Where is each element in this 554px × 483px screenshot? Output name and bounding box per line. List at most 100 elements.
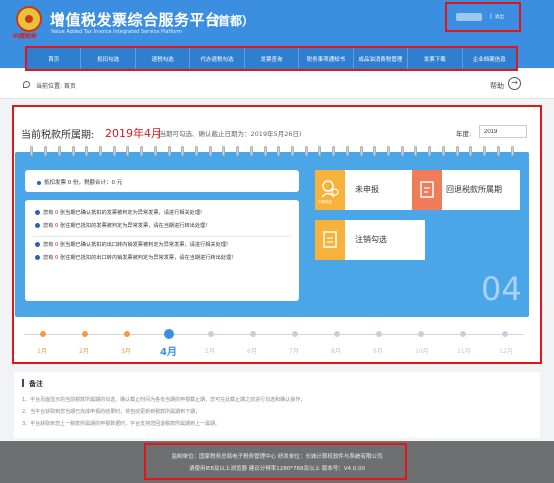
timeline-dot[interactable]	[334, 331, 340, 337]
binder-ring	[98, 146, 102, 156]
binder-ring	[181, 146, 185, 156]
timeline-dot[interactable]	[124, 331, 130, 337]
timeline-month-label[interactable]: 3月	[121, 346, 131, 355]
note-line: 3、平台获取到您上一税款所属期的申报数据时，平台支持您回退税款所属期到上一属期。	[22, 421, 221, 427]
timeline-dot[interactable]	[250, 331, 256, 337]
period-value: 2019年4月	[105, 127, 162, 140]
timeline-month-label[interactable]: 2月	[79, 346, 89, 355]
location-bar: 当前位置: 首页 帮助 →	[0, 69, 554, 99]
info-icon	[35, 255, 40, 260]
timeline-dot[interactable]	[82, 331, 88, 337]
timeline-month-label[interactable]: 6月	[247, 346, 257, 355]
binder-ring	[483, 146, 487, 156]
timeline-month-label[interactable]: 10月	[415, 346, 429, 355]
binder-ring	[387, 146, 391, 156]
timeline-dot[interactable]	[164, 329, 174, 339]
cancel-selection-tile[interactable]: 注销勾选	[315, 220, 425, 260]
info-icon	[35, 242, 40, 247]
binder-ring	[249, 146, 253, 156]
timeline-month-label[interactable]: 1月	[37, 346, 47, 355]
binder-ring	[85, 146, 89, 156]
year-label: 年度:	[456, 130, 472, 138]
binder-ring	[236, 146, 240, 156]
current-month-number: 04	[481, 270, 522, 308]
timeline-month-label[interactable]: 12月	[499, 346, 513, 355]
rollback-period-tile[interactable]: 回退税款所属期	[412, 170, 520, 210]
timeline-dot[interactable]	[40, 331, 46, 337]
invoice-summary-card: 抵扣发票 0 份，税额合计：0 元	[25, 170, 299, 192]
binder-ring	[30, 146, 34, 156]
binder-ring	[112, 146, 116, 156]
binder-ring	[140, 146, 144, 156]
nav-item-invoice-download[interactable]: 发票下载	[408, 48, 463, 69]
timeline-dot[interactable]	[418, 331, 424, 337]
footer-requirements: 请使用IE8及以上浏览器 建议分辨率1280*768及以上 版本号：V4.0.0…	[188, 466, 366, 472]
location-pin-icon	[23, 81, 30, 88]
info-icon	[35, 210, 40, 215]
notice-divider	[33, 236, 291, 237]
notice-item: 您有 0 张当期已确认抵扣的发票被判定为异常发票，请进行相关处理!	[35, 209, 293, 217]
nav-item-refund-select[interactable]: 退税勾选	[136, 48, 191, 69]
binder-ring	[71, 146, 75, 156]
timeline-dot[interactable]	[376, 331, 382, 337]
binder-ring	[373, 146, 377, 156]
tile-label: 回退税款所属期	[446, 185, 502, 194]
invoice-summary: 抵扣发票 0 份，税额合计：0 元	[37, 178, 122, 186]
note-line: 1、平台页面显示的当前税款所属期的勾选、确认截止时间为各省当期的申报截止期，您可…	[22, 397, 306, 403]
nav-item-deduction-select[interactable]: 抵扣勾选	[81, 48, 136, 69]
binder-ring	[469, 146, 473, 156]
timeline-month-label[interactable]: 7月	[289, 346, 299, 355]
user-separator: |	[490, 13, 493, 20]
binder-ring	[126, 146, 130, 156]
binder-ring	[57, 146, 61, 156]
timeline-dot[interactable]	[460, 331, 466, 337]
binder-ring	[510, 146, 514, 156]
nav-item-agent-refund-select[interactable]: 代办退税勾选	[190, 48, 245, 69]
logo-script: 中国税务	[12, 33, 37, 40]
period-label: 当前税款所属期:	[21, 130, 95, 141]
tile-label: 注销勾选	[355, 235, 387, 244]
main-nav: 首页 抵扣勾选 退税勾选 代办退税勾选 发票查询 税务事项通知书 成品油消费税管…	[27, 48, 516, 69]
nav-item-invoice-query[interactable]: 发票查询	[245, 48, 300, 69]
undeclared-status-tile[interactable]: 申报状态 未申报	[315, 170, 425, 210]
notes-accent-bar	[22, 379, 24, 387]
timeline-month-label[interactable]: 9月	[373, 346, 383, 355]
binder-ring	[304, 146, 308, 156]
timeline-month-label[interactable]: 11月	[457, 346, 471, 355]
binder-ring	[332, 146, 336, 156]
notice-item: 您有 0 张往期已抵扣的发票被判定为异常发票，请在当期进行转出处理!	[35, 222, 293, 230]
binder-ring	[455, 146, 459, 156]
binder-ring	[208, 146, 212, 156]
month-timeline: 1月 2月 3月 4月 5月 6月 7月 8月 9月 10月 11月 12月	[20, 325, 530, 358]
help-link[interactable]: 帮助	[490, 81, 504, 91]
timeline-dot[interactable]	[292, 331, 298, 337]
calendar-rings	[15, 146, 529, 158]
notice-item: 您有 0 张当期已确认抵扣的出口转内销发票被判定为异常发票，请进行相关处理!	[35, 241, 293, 249]
nav-item-home[interactable]: 首页	[27, 48, 82, 69]
timeline-dot[interactable]	[208, 331, 214, 337]
year-input[interactable]	[479, 125, 527, 138]
binder-ring	[194, 146, 198, 156]
binder-ring	[428, 146, 432, 156]
username-redacted	[456, 13, 482, 21]
notice-card: 您有 0 张当期已确认抵扣的发票被判定为异常发票，请进行相关处理! 您有 0 张…	[25, 200, 299, 301]
tile-label: 未申报	[355, 185, 379, 194]
timeline-month-label[interactable]: 4月	[160, 343, 177, 358]
logout-link[interactable]: 退出	[495, 14, 504, 20]
nav-item-company-info[interactable]: 企业档案信息	[463, 48, 516, 69]
tax-emblem-icon	[16, 6, 42, 32]
timeline-month-label[interactable]: 5月	[205, 346, 215, 355]
timeline-dot[interactable]	[502, 331, 508, 337]
nav-item-tax-notice[interactable]: 税务事项通知书	[299, 48, 354, 69]
footer: 监制单位：国家税务总局电子税务管理中心 研发单位：长城计算机软件与系统有限公司 …	[0, 441, 554, 483]
app-title-en: Value Added Tax Invoice Integrated Servi…	[51, 29, 183, 35]
arrow-right-circle-icon[interactable]: →	[508, 77, 521, 90]
binder-ring	[263, 146, 267, 156]
tile-sublabel: 申报状态	[318, 200, 332, 204]
binder-ring	[359, 146, 363, 156]
document-cancel-icon	[315, 220, 345, 260]
binder-ring	[167, 146, 171, 156]
timeline-month-label[interactable]: 8月	[331, 346, 341, 355]
binder-ring	[291, 146, 295, 156]
nav-item-oil-tax[interactable]: 成品油消费税管理	[354, 48, 409, 69]
